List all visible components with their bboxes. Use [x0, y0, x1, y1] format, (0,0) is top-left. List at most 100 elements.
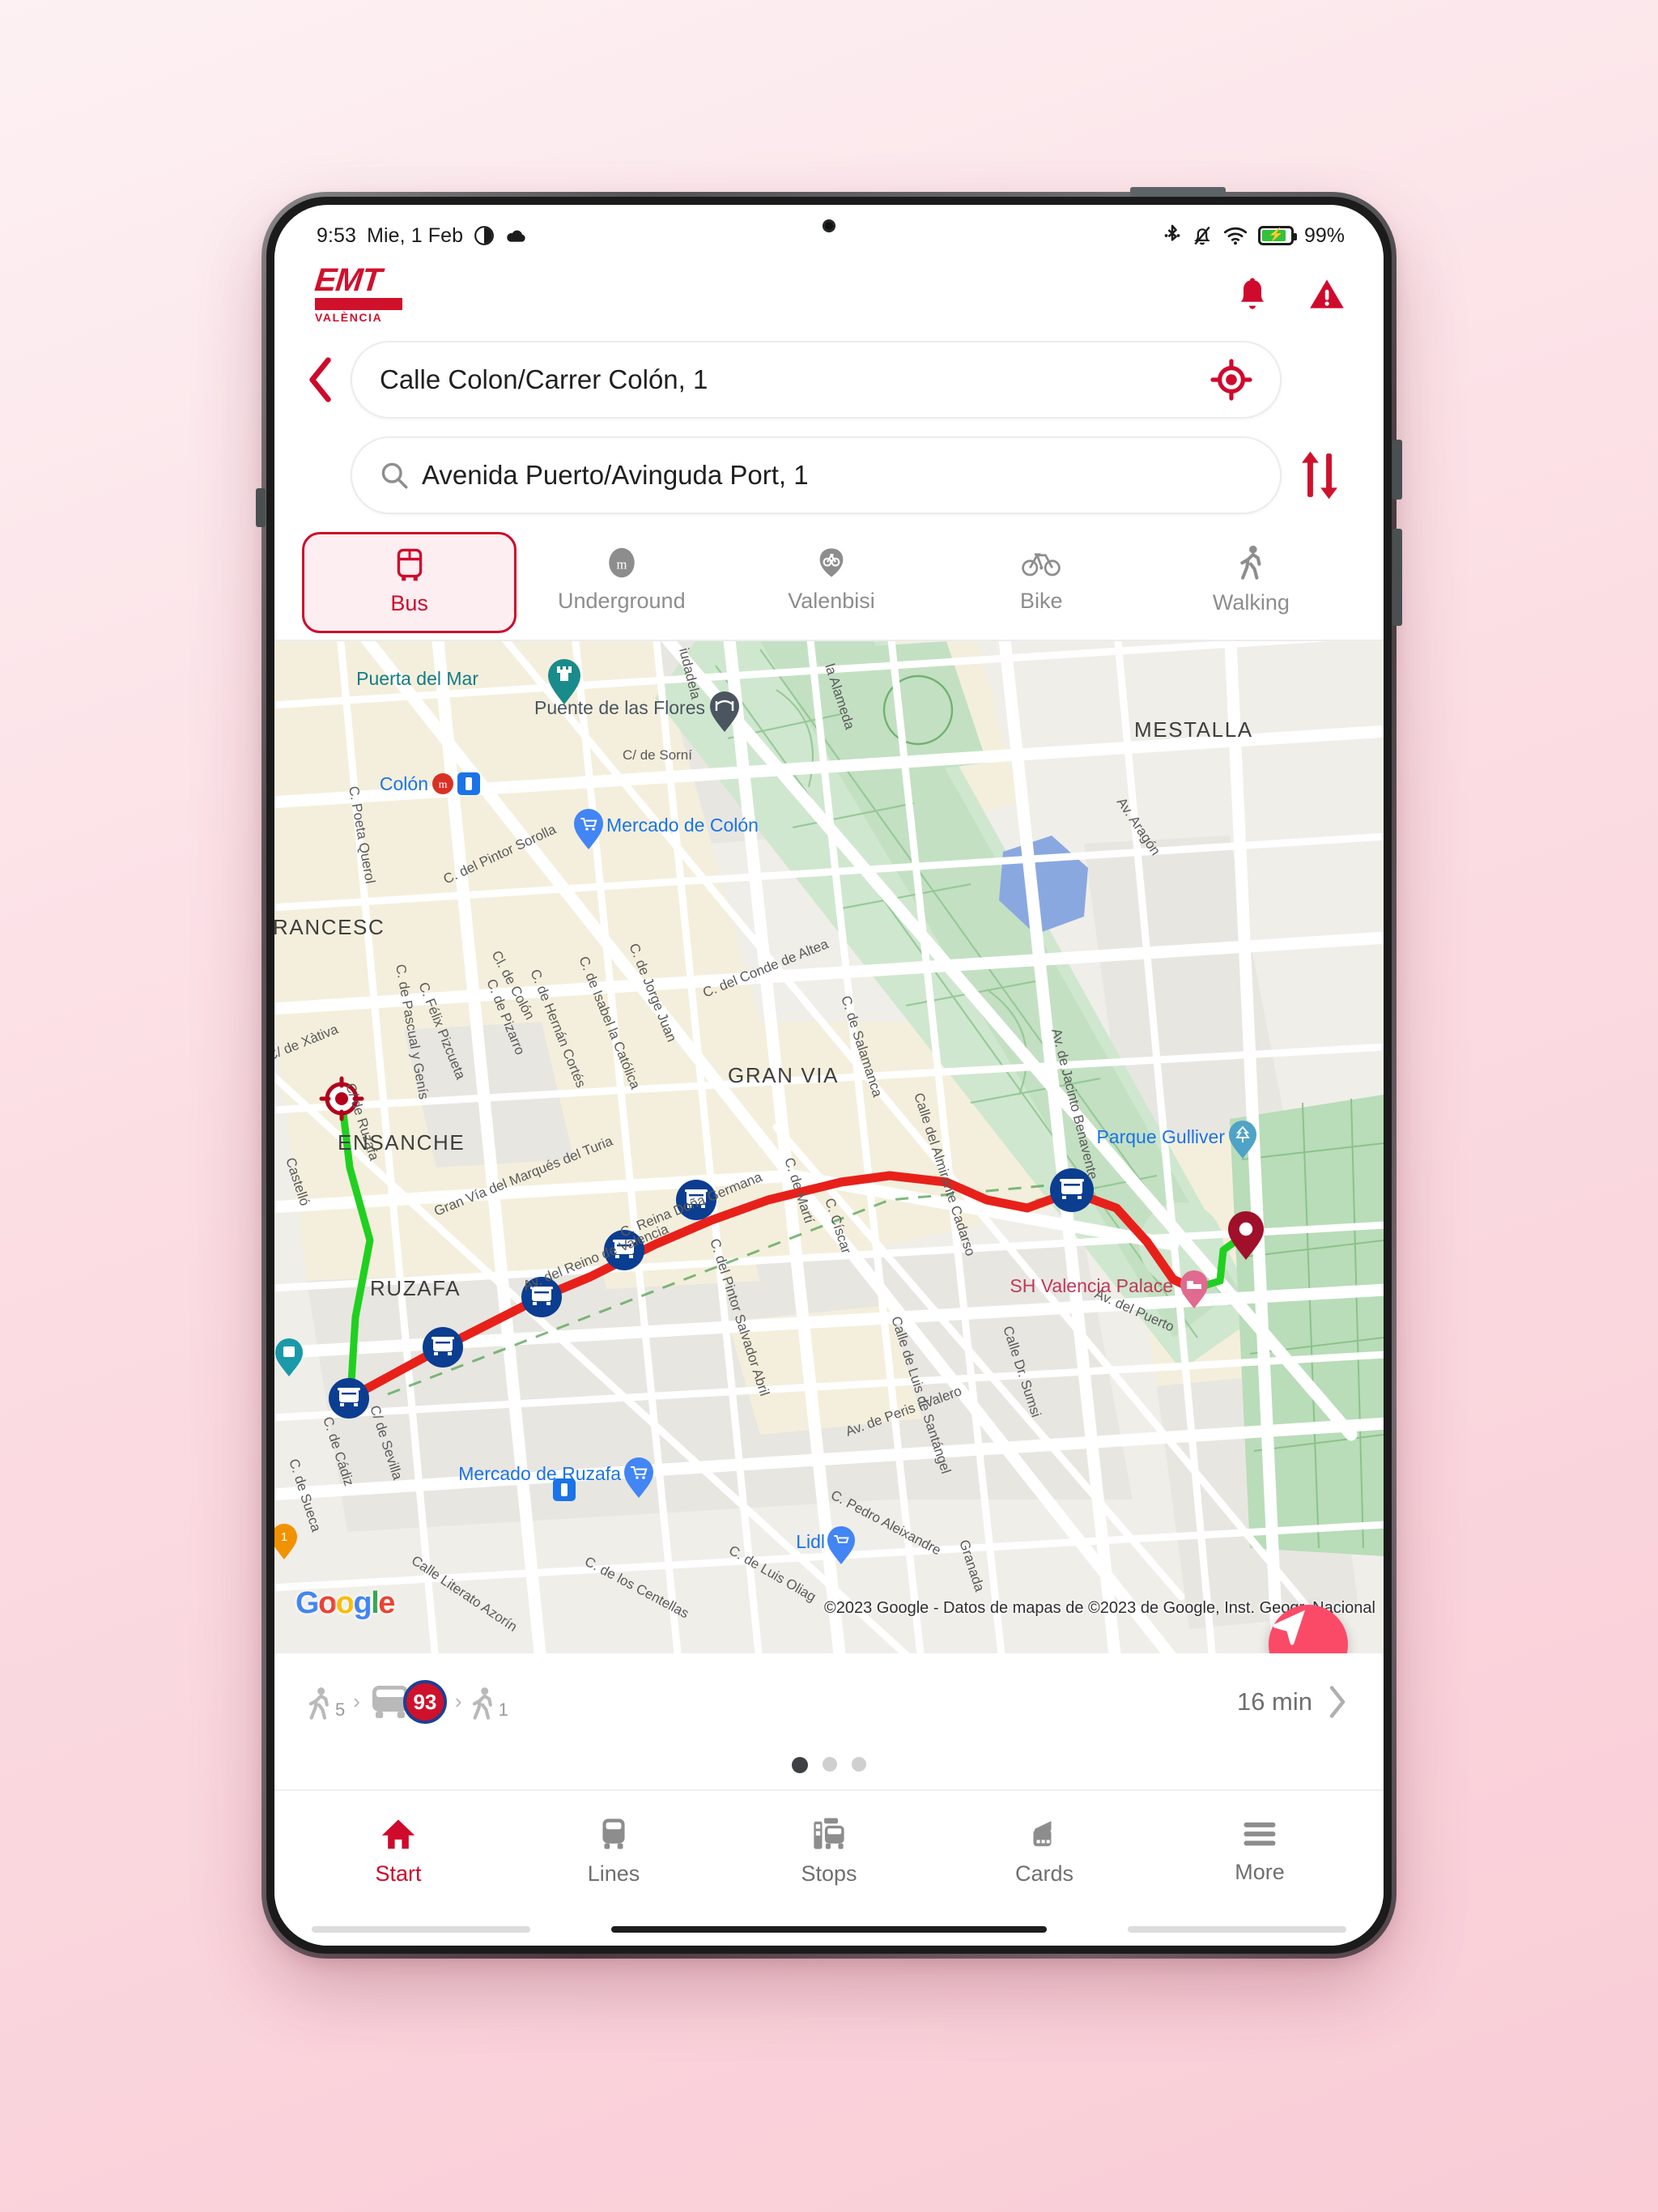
map-canvas: .rd{stroke:#ffffff;fill:none;stroke-line…	[274, 641, 1384, 1653]
destination-field[interactable]: Avenida Puerto/Avinguda Port, 1	[351, 436, 1282, 514]
chevron-right-icon	[1329, 1686, 1346, 1718]
logo-text-valencia: VALÈNCIA	[315, 311, 383, 324]
route-map[interactable]: .rd{stroke:#ffffff;fill:none;stroke-line…	[274, 641, 1384, 1653]
tab-valenbisi-label: Valenbisi	[788, 589, 875, 613]
nav-more[interactable]: More	[1152, 1818, 1367, 1885]
place-label: Puente de las Flores	[534, 697, 705, 718]
metro-icon: m	[609, 547, 635, 578]
status-time: 9:53	[317, 223, 357, 247]
tab-underground[interactable]: m Underground	[517, 532, 726, 633]
leg-separator: ›	[353, 1689, 360, 1713]
card-icon	[1033, 1820, 1052, 1846]
nav-stops[interactable]: Stops	[721, 1816, 937, 1887]
battery-percent: 99%	[1303, 223, 1345, 247]
chevron-left-icon	[309, 357, 331, 402]
place-label: Mercado de Ruzafa	[458, 1463, 621, 1484]
wifi-icon	[1223, 227, 1248, 245]
logo-text-emt: EMT	[312, 262, 383, 298]
app-header: EMT VALÈNCIA	[274, 255, 1384, 333]
cloud-icon	[507, 230, 525, 242]
swap-endpoints-button[interactable]	[1293, 450, 1346, 500]
home-indicator-left	[312, 1926, 530, 1933]
nav-cards-label: Cards	[1014, 1861, 1074, 1886]
leg-minutes: 5	[335, 1699, 346, 1720]
side-button[interactable]	[256, 488, 266, 527]
page-dot[interactable]	[823, 1757, 837, 1772]
origin-field[interactable]: Calle Colon/Carrer Colón, 1	[351, 341, 1282, 419]
navigation-arrow-icon	[1273, 1610, 1305, 1645]
valenbisi-icon	[819, 548, 844, 577]
bottom-navigation: Start Lines Stops Cards More	[274, 1789, 1384, 1911]
do-not-disturb-icon	[474, 226, 495, 245]
transport-mode-tabs: Bus m Underground Valenbisi Bike Walking	[274, 514, 1384, 633]
back-button[interactable]	[302, 357, 339, 402]
route-summary-card[interactable]: 5 › 93 › 1 16 min	[274, 1653, 1384, 1750]
front-camera	[823, 219, 835, 232]
tab-valenbisi[interactable]: Valenbisi	[726, 532, 936, 633]
search-icon	[381, 462, 408, 489]
bus-icon	[397, 548, 422, 581]
nav-start-label: Start	[375, 1861, 422, 1886]
power-button[interactable]	[1130, 187, 1226, 197]
place-label: Colón	[380, 773, 428, 794]
volume-up-button[interactable]	[1392, 440, 1402, 500]
nav-start[interactable]: Start	[291, 1816, 506, 1887]
tab-underground-label: Underground	[557, 589, 686, 613]
bus-stop-icon	[814, 1818, 844, 1849]
status-date: Mie, 1 Feb	[367, 223, 464, 247]
walking-icon	[308, 1687, 329, 1720]
route-leg-walk-2: 1	[470, 1685, 508, 1724]
volume-down-button[interactable]	[1392, 529, 1402, 626]
origin-value: Calle Colon/Carrer Colón, 1	[380, 364, 708, 394]
home-icon	[381, 1819, 415, 1848]
bluetooth-icon	[1164, 224, 1180, 241]
home-indicator-bar	[274, 1911, 1384, 1946]
swap-vertical-icon	[1302, 451, 1337, 500]
route-search-panel: Calle Colon/Carrer Colón, 1 Avenida Puer…	[274, 333, 1384, 514]
place-label: Mercado de Colón	[606, 815, 759, 836]
place-label: Parque Gulliver	[1096, 1126, 1225, 1147]
place-label: Lidl	[796, 1531, 825, 1552]
nav-cards[interactable]: Cards	[937, 1816, 1152, 1887]
bus-line-badge: 93	[402, 1680, 447, 1724]
home-indicator[interactable]	[611, 1926, 1047, 1933]
logo-bar	[315, 298, 402, 310]
tab-bike[interactable]: Bike	[937, 532, 1146, 633]
walking-icon	[472, 1687, 492, 1720]
tab-bus[interactable]: Bus	[302, 532, 517, 633]
neighborhood-label: RANCESC	[274, 915, 385, 939]
svg-text:1: 1	[281, 1530, 287, 1544]
device-screen: 9:53 Mie, 1 Feb ⚡ 99% EMT VALÈNCIA Calle…	[274, 205, 1384, 1946]
route-leg-walk-1: 5	[307, 1685, 345, 1724]
route-duration: 16 min	[1236, 1687, 1312, 1716]
nav-more-label: More	[1235, 1859, 1285, 1884]
route-pagination[interactable]	[274, 1750, 1384, 1789]
nav-lines-label: Lines	[587, 1861, 640, 1886]
route-leg-bus: 93	[368, 1680, 447, 1724]
my-location-icon[interactable]	[1210, 359, 1252, 401]
walking-icon	[1240, 545, 1261, 580]
nav-lines[interactable]: Lines	[506, 1816, 721, 1887]
nav-stops-label: Stops	[801, 1861, 857, 1886]
tablet-device: 9:53 Mie, 1 Feb ⚡ 99% EMT VALÈNCIA Calle…	[256, 187, 1402, 1959]
warning-triangle-icon[interactable]	[1307, 274, 1346, 313]
bell-muted-icon	[1194, 226, 1210, 245]
tab-walking[interactable]: Walking	[1146, 532, 1356, 633]
route-legs: 5 › 93 › 1	[307, 1680, 508, 1724]
leg-minutes: 1	[498, 1699, 508, 1720]
tab-bike-label: Bike	[1019, 589, 1063, 613]
emt-logo[interactable]: EMT VALÈNCIA	[312, 262, 402, 324]
place-label: Puerta del Mar	[356, 668, 478, 689]
page-dot-active[interactable]	[792, 1757, 808, 1773]
route-duration-block[interactable]: 16 min	[1237, 1685, 1348, 1719]
bell-icon[interactable]	[1235, 274, 1270, 313]
leg-separator: ›	[454, 1689, 462, 1713]
bicycle-icon	[1022, 553, 1061, 576]
bus-icon	[602, 1818, 625, 1849]
page-dot[interactable]	[852, 1757, 866, 1772]
tab-walking-label: Walking	[1212, 590, 1290, 615]
tab-bus-label: Bus	[390, 591, 428, 615]
hamburger-icon	[1244, 1822, 1276, 1846]
place-label: SH Valencia Palace	[1010, 1275, 1173, 1296]
neighborhood-label: MESTALLA	[1134, 717, 1253, 742]
